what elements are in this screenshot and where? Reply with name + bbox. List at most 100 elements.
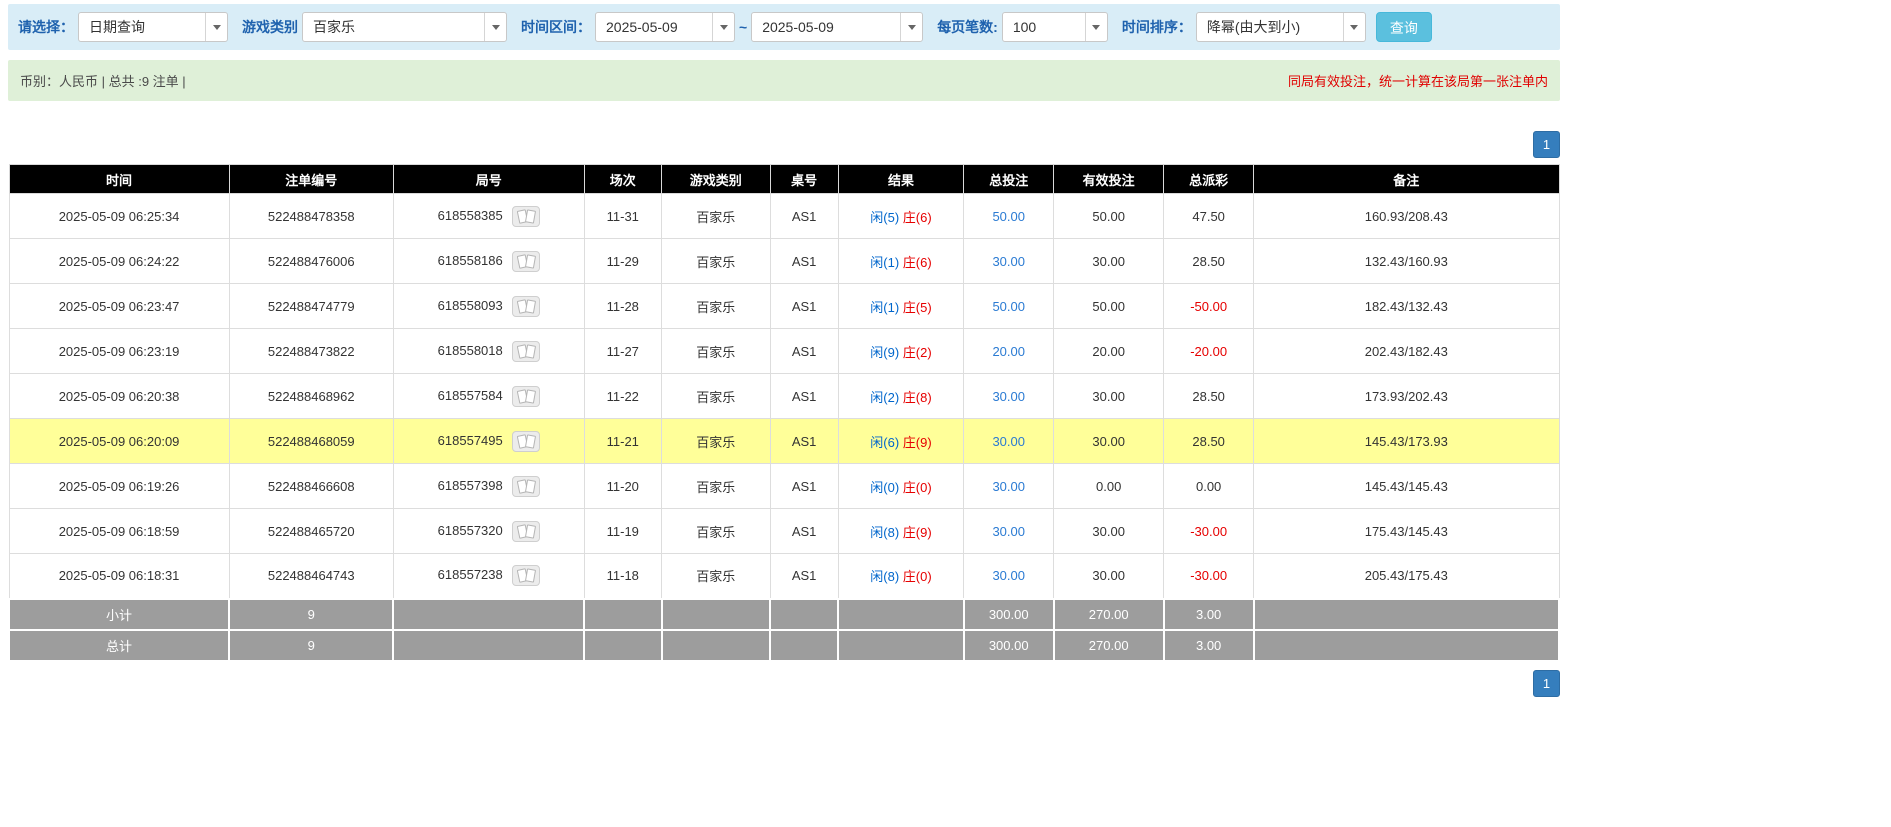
payout-cell: -30.00 — [1164, 554, 1254, 599]
round-id: 618558186 — [438, 252, 503, 267]
date-from-value: 2025-05-09 — [596, 13, 712, 41]
banker-result: 庄(5) — [903, 300, 932, 315]
table-row: 2025-05-09 06:20:09522488468059618557495… — [9, 419, 1559, 464]
remark-cell: 173.93/202.43 — [1254, 374, 1559, 419]
currency-summary-text: 币别：人民币 | 总共 :9 注单 | — [20, 71, 186, 90]
page-size-select[interactable]: 100 — [1002, 12, 1108, 42]
result-cell: 闲(6) 庄(9) — [838, 419, 964, 464]
chevron-down-icon — [484, 13, 506, 41]
round-cell: 618558186 — [393, 239, 584, 284]
result-cell: 闲(8) 庄(9) — [838, 509, 964, 554]
payout-cell: -20.00 — [1164, 329, 1254, 374]
game-type-cell: 百家乐 — [662, 329, 771, 374]
view-cards-icon[interactable] — [512, 341, 540, 362]
player-result: 闲(5) — [870, 210, 899, 225]
info-bar: 币别：人民币 | 总共 :9 注单 | 同局有效投注，统一计算在该局第一张注单内 — [8, 60, 1560, 101]
result-cell: 闲(0) 庄(0) — [838, 464, 964, 509]
total-bet-cell: 30.00 — [964, 509, 1054, 554]
banker-result: 庄(2) — [903, 345, 932, 360]
payout-value: -20.00 — [1190, 344, 1227, 359]
session-cell: 11-19 — [584, 509, 662, 554]
date-to-select[interactable]: 2025-05-09 — [751, 12, 923, 42]
valid-bet-cell: 50.00 — [1054, 284, 1164, 329]
col-header-total-bet: 总投注 — [964, 165, 1054, 194]
total-bet-link[interactable]: 30.00 — [992, 568, 1025, 583]
pagination-bottom: 1 — [8, 670, 1560, 697]
banker-result: 庄(8) — [903, 390, 932, 405]
subtotal-valid-bet: 270.00 — [1054, 599, 1164, 630]
total-bet-link[interactable]: 30.00 — [992, 389, 1025, 404]
bet-id-cell: 522488468962 — [229, 374, 393, 419]
valid-bet-cell: 30.00 — [1054, 419, 1164, 464]
subtotal-payout: 3.00 — [1164, 599, 1254, 630]
bet-id-cell: 522488466608 — [229, 464, 393, 509]
view-cards-icon[interactable] — [512, 296, 540, 317]
game-type-value: 百家乐 — [303, 13, 484, 41]
page-button[interactable]: 1 — [1533, 670, 1560, 697]
bet-id-cell: 522488478358 — [229, 194, 393, 239]
time-cell: 2025-05-09 06:23:19 — [9, 329, 229, 374]
round-id: 618557495 — [438, 432, 503, 447]
col-header-bet-id: 注单编号 — [229, 165, 393, 194]
subtotal-total-bet: 300.00 — [964, 599, 1054, 630]
col-header-round: 局号 — [393, 165, 584, 194]
total-bet-link[interactable]: 30.00 — [992, 434, 1025, 449]
round-cell: 618558093 — [393, 284, 584, 329]
remark-cell: 132.43/160.93 — [1254, 239, 1559, 284]
total-bet-cell: 30.00 — [964, 464, 1054, 509]
bet-id-cell: 522488474779 — [229, 284, 393, 329]
view-cards-icon[interactable] — [512, 206, 540, 227]
round-id: 618558018 — [438, 342, 503, 357]
view-cards-icon[interactable] — [512, 431, 540, 452]
query-type-select[interactable]: 日期查询 — [78, 12, 228, 42]
game-type-select[interactable]: 百家乐 — [302, 12, 507, 42]
sort-order-select[interactable]: 降幂(由大到小) — [1196, 12, 1366, 42]
payout-cell: -50.00 — [1164, 284, 1254, 329]
col-header-remark: 备注 — [1254, 165, 1559, 194]
view-cards-icon[interactable] — [512, 386, 540, 407]
col-header-session: 场次 — [584, 165, 662, 194]
round-cell: 618557238 — [393, 554, 584, 599]
time-cell: 2025-05-09 06:23:47 — [9, 284, 229, 329]
session-cell: 11-22 — [584, 374, 662, 419]
date-to-value: 2025-05-09 — [752, 13, 900, 41]
tilde-separator: ~ — [739, 19, 747, 35]
table-row: 2025-05-09 06:24:22522488476006618558186… — [9, 239, 1559, 284]
view-cards-icon[interactable] — [512, 565, 540, 586]
view-cards-icon[interactable] — [512, 476, 540, 497]
valid-bet-cell: 30.00 — [1054, 509, 1164, 554]
page-size-label: 每页笔数: — [937, 17, 998, 37]
total-bet-cell: 30.00 — [964, 239, 1054, 284]
total-bet-link[interactable]: 30.00 — [992, 254, 1025, 269]
date-from-select[interactable]: 2025-05-09 — [595, 12, 735, 42]
game-type-cell: 百家乐 — [662, 194, 771, 239]
game-type-label: 游戏类别 — [242, 17, 298, 37]
total-bet-link[interactable]: 20.00 — [992, 344, 1025, 359]
page-button[interactable]: 1 — [1533, 131, 1560, 158]
valid-bet-cell: 30.00 — [1054, 554, 1164, 599]
remark-cell: 182.43/132.43 — [1254, 284, 1559, 329]
view-cards-icon[interactable] — [512, 521, 540, 542]
table-row: 2025-05-09 06:25:34522488478358618558385… — [9, 194, 1559, 239]
search-button[interactable]: 查询 — [1376, 12, 1432, 42]
table-no-cell: AS1 — [770, 284, 838, 329]
valid-bet-cell: 30.00 — [1054, 374, 1164, 419]
total-row: 总计 9 300.00 270.00 3.00 — [9, 630, 1559, 661]
total-bet-link[interactable]: 30.00 — [992, 479, 1025, 494]
remark-cell: 205.43/175.43 — [1254, 554, 1559, 599]
total-bet-link[interactable]: 30.00 — [992, 524, 1025, 539]
total-bet-link[interactable]: 50.00 — [992, 299, 1025, 314]
payout-value: 28.50 — [1192, 254, 1225, 269]
col-header-game-type: 游戏类别 — [662, 165, 771, 194]
game-type-cell: 百家乐 — [662, 239, 771, 284]
view-cards-icon[interactable] — [512, 251, 540, 272]
session-cell: 11-21 — [584, 419, 662, 464]
total-bet-cell: 50.00 — [964, 284, 1054, 329]
table-no-cell: AS1 — [770, 509, 838, 554]
query-type-label: 请选择： — [18, 17, 74, 37]
sort-order-value: 降幂(由大到小) — [1197, 13, 1343, 41]
time-cell: 2025-05-09 06:25:34 — [9, 194, 229, 239]
result-cell: 闲(5) 庄(6) — [838, 194, 964, 239]
table-no-cell: AS1 — [770, 554, 838, 599]
total-bet-link[interactable]: 50.00 — [992, 209, 1025, 224]
